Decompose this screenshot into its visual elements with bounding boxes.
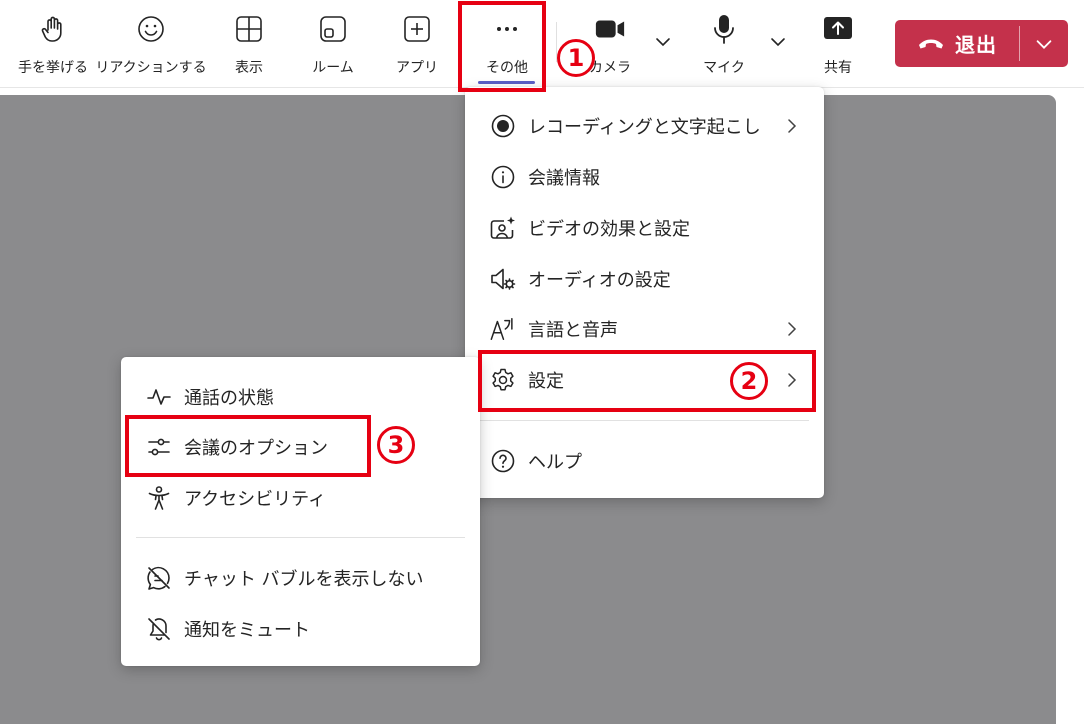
submenu-item-label: チャット バブルを表示しない [184,569,424,590]
annotation-step-3: 3 [377,426,415,464]
reactions-button[interactable]: リアクションする [95,0,207,88]
active-indicator [478,81,535,84]
share-screen-icon [822,13,854,45]
submenu-item-label: 通知をミュート [184,620,310,641]
more-button[interactable]: その他 [472,0,542,88]
reactions-label: リアクションする [95,60,207,76]
menu-item-label: ビデオの効果と設定 [528,219,690,240]
annotation-step-1: 1 [557,39,595,77]
menu-item-label: レコーディングと文字起こし [528,117,761,138]
camera-icon [594,13,626,45]
record-icon [489,112,517,140]
smiley-icon [135,13,167,45]
share-label: 共有 [824,60,852,76]
raise-hand-label: 手を挙げる [18,60,88,76]
microphone-icon [708,13,740,45]
video-effects-icon [489,214,517,242]
apps-label: アプリ [396,60,438,76]
apps-button[interactable]: アプリ [390,0,444,88]
camera-button[interactable]: カメラ [582,0,638,88]
breakout-rooms-icon [317,13,349,45]
chevron-right-icon [788,322,797,336]
chevron-right-icon [788,119,797,133]
view-label: 表示 [235,60,263,76]
accessibility-icon [145,484,173,512]
grid-view-icon [233,13,265,45]
leave-button[interactable]: 退出 [895,20,1019,67]
settings-submenu: 通話の状態 会議のオプション アクセシビリティ チャット バブルを表示しない 通… [121,357,480,666]
mic-button[interactable]: マイク [697,0,751,88]
hang-up-icon [919,39,943,48]
menu-item-help[interactable]: ヘルプ [465,437,824,485]
menu-item-label: 設定 [528,371,564,392]
submenu-item-label: 会議のオプション [184,438,328,459]
menu-item-meeting-info[interactable]: 会議情報 [465,153,824,201]
rooms-button[interactable]: ルーム [306,0,360,88]
add-app-icon [401,13,433,45]
help-icon [489,447,517,475]
meeting-toolbar: 手を挙げる リアクションする 表示 ルーム アプリ その他 カメラ マイク 共有… [0,0,1084,88]
submenu-item-label: 通話の状態 [184,388,274,409]
mic-options-chevron-icon[interactable] [766,30,790,54]
annotation-step-2: 2 [730,362,768,400]
leave-button-group: 退出 [895,20,1068,67]
leave-label: 退出 [955,33,997,57]
menu-item-recording[interactable]: レコーディングと文字起こし [465,102,824,150]
submenu-item-accessibility[interactable]: アクセシビリティ [121,474,480,522]
chevron-right-icon [788,373,797,387]
call-health-icon [145,383,173,411]
leave-options-chevron-icon[interactable] [1020,20,1068,67]
submenu-item-mute-notifications[interactable]: 通知をミュート [121,605,480,653]
view-button[interactable]: 表示 [222,0,276,88]
bell-off-icon [145,615,173,643]
info-icon [489,163,517,191]
camera-label: カメラ [589,60,631,76]
more-dots-icon [491,13,523,45]
audio-settings-icon [489,265,517,293]
chat-off-icon [145,564,173,592]
mic-label: マイク [703,60,745,76]
menu-item-settings[interactable]: 設定 [465,356,824,404]
menu-item-label: ヘルプ [528,452,582,473]
submenu-item-label: アクセシビリティ [184,489,327,510]
menu-item-label: オーディオの設定 [528,270,671,291]
raise-hand-icon [37,13,69,45]
menu-item-label: 会議情報 [528,168,600,189]
submenu-divider [136,537,465,538]
camera-options-chevron-icon[interactable] [651,30,675,54]
raise-hand-button[interactable]: 手を挙げる [18,0,88,88]
submenu-item-meeting-options[interactable]: 会議のオプション [121,423,480,471]
submenu-item-hide-chat-bubbles[interactable]: チャット バブルを表示しない [121,554,480,602]
more-menu: レコーディングと文字起こし 会議情報 ビデオの効果と設定 オーディオの設定 言語… [465,87,824,498]
menu-item-language[interactable]: 言語と音声 [465,305,824,353]
more-label: その他 [486,60,528,76]
menu-item-video-effects[interactable]: ビデオの効果と設定 [465,204,824,252]
language-icon [489,315,517,343]
share-button[interactable]: 共有 [812,0,864,88]
menu-item-audio-settings[interactable]: オーディオの設定 [465,255,824,303]
menu-divider [480,420,809,421]
gear-icon [489,366,517,394]
rooms-label: ルーム [312,60,354,76]
menu-item-label: 言語と音声 [528,320,618,341]
options-sliders-icon [145,433,173,461]
submenu-item-call-health[interactable]: 通話の状態 [121,373,480,421]
